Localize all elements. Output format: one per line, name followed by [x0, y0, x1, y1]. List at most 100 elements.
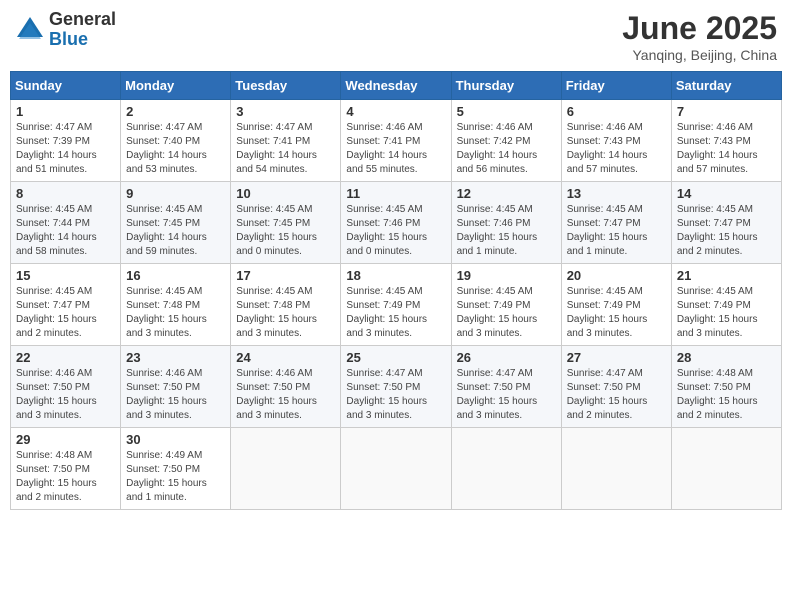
day-number: 2 — [126, 104, 225, 119]
weekday-header-friday: Friday — [561, 72, 671, 100]
day-number: 8 — [16, 186, 115, 201]
weekday-header-sunday: Sunday — [11, 72, 121, 100]
calendar-cell: 4 Sunrise: 4:46 AM Sunset: 7:41 PM Daylig… — [341, 100, 451, 182]
week-row-1: 1 Sunrise: 4:47 AM Sunset: 7:39 PM Daylig… — [11, 100, 782, 182]
day-info: Sunrise: 4:45 AM Sunset: 7:49 PM Dayligh… — [457, 285, 556, 341]
calendar-cell: 22 Sunrise: 4:46 AM Sunset: 7:50 PM Dayli… — [11, 346, 121, 428]
day-number: 23 — [126, 350, 225, 365]
title-block: June 2025 Yanqing, Beijing, China — [622, 10, 777, 63]
calendar-cell: 5 Sunrise: 4:46 AM Sunset: 7:42 PM Daylig… — [451, 100, 561, 182]
day-info: Sunrise: 4:45 AM Sunset: 7:48 PM Dayligh… — [126, 285, 225, 341]
day-number: 20 — [567, 268, 666, 283]
calendar-cell: 17 Sunrise: 4:45 AM Sunset: 7:48 PM Dayli… — [231, 264, 341, 346]
day-info: Sunrise: 4:45 AM Sunset: 7:48 PM Dayligh… — [236, 285, 335, 341]
day-info: Sunrise: 4:47 AM Sunset: 7:50 PM Dayligh… — [346, 367, 445, 423]
day-number: 5 — [457, 104, 556, 119]
day-info: Sunrise: 4:46 AM Sunset: 7:50 PM Dayligh… — [236, 367, 335, 423]
day-info: Sunrise: 4:47 AM Sunset: 7:40 PM Dayligh… — [126, 121, 225, 177]
weekday-header-thursday: Thursday — [451, 72, 561, 100]
day-info: Sunrise: 4:48 AM Sunset: 7:50 PM Dayligh… — [16, 449, 115, 505]
day-number: 9 — [126, 186, 225, 201]
day-number: 22 — [16, 350, 115, 365]
calendar-cell: 11 Sunrise: 4:45 AM Sunset: 7:46 PM Dayli… — [341, 182, 451, 264]
weekday-header-tuesday: Tuesday — [231, 72, 341, 100]
day-info: Sunrise: 4:45 AM Sunset: 7:47 PM Dayligh… — [16, 285, 115, 341]
day-info: Sunrise: 4:46 AM Sunset: 7:50 PM Dayligh… — [16, 367, 115, 423]
day-info: Sunrise: 4:45 AM Sunset: 7:49 PM Dayligh… — [346, 285, 445, 341]
day-info: Sunrise: 4:47 AM Sunset: 7:50 PM Dayligh… — [457, 367, 556, 423]
day-info: Sunrise: 4:46 AM Sunset: 7:50 PM Dayligh… — [126, 367, 225, 423]
day-number: 24 — [236, 350, 335, 365]
day-number: 16 — [126, 268, 225, 283]
calendar-cell — [231, 428, 341, 510]
day-info: Sunrise: 4:45 AM Sunset: 7:45 PM Dayligh… — [236, 203, 335, 259]
calendar-cell: 27Sunrise: 4:47 AM Sunset: 7:50 PM Dayli… — [561, 346, 671, 428]
day-info: Sunrise: 4:45 AM Sunset: 7:45 PM Dayligh… — [126, 203, 225, 259]
calendar-cell: 6 Sunrise: 4:46 AM Sunset: 7:43 PM Daylig… — [561, 100, 671, 182]
calendar-cell — [451, 428, 561, 510]
calendar-cell: 16 Sunrise: 4:45 AM Sunset: 7:48 PM Dayli… — [121, 264, 231, 346]
calendar-cell: 24 Sunrise: 4:46 AM Sunset: 7:50 PM Dayli… — [231, 346, 341, 428]
day-number: 17 — [236, 268, 335, 283]
calendar-cell — [671, 428, 781, 510]
weekday-header-saturday: Saturday — [671, 72, 781, 100]
day-info: Sunrise: 4:48 AM Sunset: 7:50 PM Dayligh… — [677, 367, 776, 423]
calendar-cell: 25 Sunrise: 4:47 AM Sunset: 7:50 PM Dayli… — [341, 346, 451, 428]
day-info: Sunrise: 4:46 AM Sunset: 7:41 PM Dayligh… — [346, 121, 445, 177]
day-number: 7 — [677, 104, 776, 119]
calendar-cell: 1 Sunrise: 4:47 AM Sunset: 7:39 PM Daylig… — [11, 100, 121, 182]
calendar-cell: 19 Sunrise: 4:45 AM Sunset: 7:49 PM Dayli… — [451, 264, 561, 346]
day-number: 30 — [126, 432, 225, 447]
day-info: Sunrise: 4:45 AM Sunset: 7:46 PM Dayligh… — [346, 203, 445, 259]
calendar-cell: 15 Sunrise: 4:45 AM Sunset: 7:47 PM Dayli… — [11, 264, 121, 346]
logo-icon — [15, 15, 45, 45]
calendar-cell: 21 Sunrise: 4:45 AM Sunset: 7:49 PM Dayli… — [671, 264, 781, 346]
day-number: 25 — [346, 350, 445, 365]
calendar-cell: 30Sunrise: 4:49 AM Sunset: 7:50 PM Dayli… — [121, 428, 231, 510]
day-number: 3 — [236, 104, 335, 119]
day-number: 1 — [16, 104, 115, 119]
day-info: Sunrise: 4:45 AM Sunset: 7:44 PM Dayligh… — [16, 203, 115, 259]
week-row-2: 8 Sunrise: 4:45 AM Sunset: 7:44 PM Daylig… — [11, 182, 782, 264]
calendar-cell: 14 Sunrise: 4:45 AM Sunset: 7:47 PM Dayli… — [671, 182, 781, 264]
week-row-5: 29Sunrise: 4:48 AM Sunset: 7:50 PM Dayli… — [11, 428, 782, 510]
day-info: Sunrise: 4:45 AM Sunset: 7:47 PM Dayligh… — [567, 203, 666, 259]
calendar-cell: 7Sunrise: 4:46 AM Sunset: 7:43 PM Daylig… — [671, 100, 781, 182]
day-info: Sunrise: 4:45 AM Sunset: 7:49 PM Dayligh… — [677, 285, 776, 341]
day-info: Sunrise: 4:46 AM Sunset: 7:42 PM Dayligh… — [457, 121, 556, 177]
logo: General Blue — [15, 10, 116, 50]
day-info: Sunrise: 4:45 AM Sunset: 7:49 PM Dayligh… — [567, 285, 666, 341]
calendar-cell: 10 Sunrise: 4:45 AM Sunset: 7:45 PM Dayli… — [231, 182, 341, 264]
day-number: 19 — [457, 268, 556, 283]
day-number: 4 — [346, 104, 445, 119]
day-info: Sunrise: 4:46 AM Sunset: 7:43 PM Dayligh… — [567, 121, 666, 177]
day-number: 21 — [677, 268, 776, 283]
day-info: Sunrise: 4:45 AM Sunset: 7:47 PM Dayligh… — [677, 203, 776, 259]
calendar-cell — [561, 428, 671, 510]
calendar-cell: 28 Sunrise: 4:48 AM Sunset: 7:50 PM Dayli… — [671, 346, 781, 428]
calendar-cell: 29Sunrise: 4:48 AM Sunset: 7:50 PM Dayli… — [11, 428, 121, 510]
weekday-header-monday: Monday — [121, 72, 231, 100]
day-number: 10 — [236, 186, 335, 201]
day-info: Sunrise: 4:47 AM Sunset: 7:39 PM Dayligh… — [16, 121, 115, 177]
day-info: Sunrise: 4:45 AM Sunset: 7:46 PM Dayligh… — [457, 203, 556, 259]
week-row-3: 15 Sunrise: 4:45 AM Sunset: 7:47 PM Dayli… — [11, 264, 782, 346]
logo-text: General Blue — [49, 10, 116, 50]
page-header: General Blue June 2025 Yanqing, Beijing,… — [10, 10, 782, 63]
calendar-body: 1 Sunrise: 4:47 AM Sunset: 7:39 PM Daylig… — [11, 100, 782, 510]
day-number: 14 — [677, 186, 776, 201]
calendar-cell: 3 Sunrise: 4:47 AM Sunset: 7:41 PM Daylig… — [231, 100, 341, 182]
calendar-cell — [341, 428, 451, 510]
day-number: 15 — [16, 268, 115, 283]
day-number: 26 — [457, 350, 556, 365]
calendar: SundayMondayTuesdayWednesdayThursdayFrid… — [10, 71, 782, 510]
weekday-header-wednesday: Wednesday — [341, 72, 451, 100]
day-info: Sunrise: 4:47 AM Sunset: 7:41 PM Dayligh… — [236, 121, 335, 177]
calendar-cell: 12Sunrise: 4:45 AM Sunset: 7:46 PM Dayli… — [451, 182, 561, 264]
day-number: 28 — [677, 350, 776, 365]
calendar-cell: 23 Sunrise: 4:46 AM Sunset: 7:50 PM Dayli… — [121, 346, 231, 428]
calendar-cell: 18Sunrise: 4:45 AM Sunset: 7:49 PM Dayli… — [341, 264, 451, 346]
day-info: Sunrise: 4:47 AM Sunset: 7:50 PM Dayligh… — [567, 367, 666, 423]
day-number: 6 — [567, 104, 666, 119]
day-number: 11 — [346, 186, 445, 201]
